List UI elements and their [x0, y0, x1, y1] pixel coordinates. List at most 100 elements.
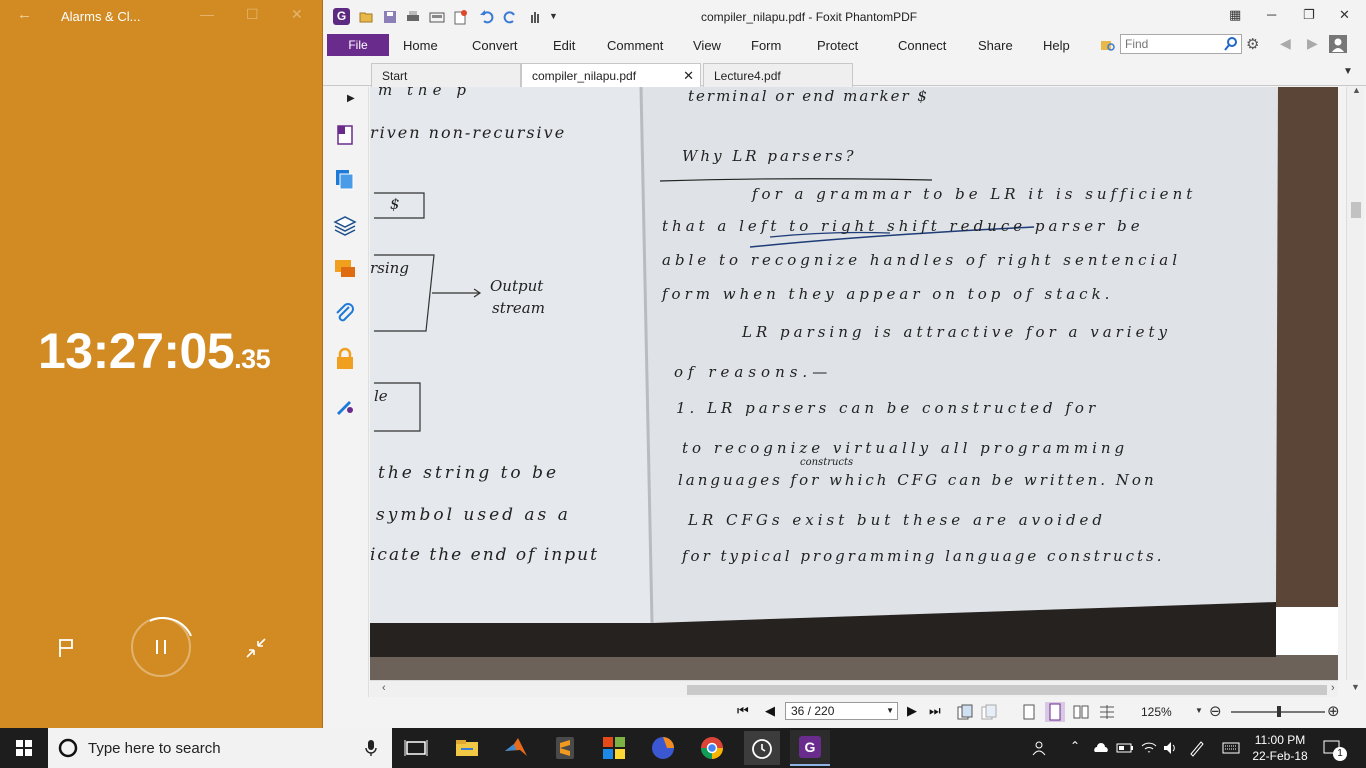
maximize-icon[interactable]: ☐ [246, 6, 259, 23]
minimize-icon[interactable]: ─ [1267, 7, 1276, 22]
ribbon-layout-icon[interactable]: ▦ [1229, 7, 1241, 23]
open-folder-icon[interactable] [359, 9, 375, 25]
close-icon[interactable]: ✕ [1339, 7, 1350, 23]
volume-icon[interactable] [1162, 739, 1180, 757]
save-icon[interactable] [382, 9, 398, 25]
foxit-logo-icon[interactable]: G [333, 8, 350, 25]
security-lock-icon[interactable] [333, 347, 357, 371]
vertical-scrollbar[interactable]: ▲ [1346, 85, 1364, 680]
close-tab-icon[interactable]: ✕ [683, 68, 694, 84]
onedrive-cloud-icon[interactable] [1092, 739, 1110, 757]
zoom-dropdown-icon[interactable]: ▼ [1195, 706, 1203, 715]
tab-help[interactable]: Help [1043, 38, 1070, 53]
tab-start[interactable]: Start [371, 63, 521, 87]
show-hidden-icons-chevron[interactable]: ⌃ [1070, 739, 1088, 757]
settings-gear-icon[interactable]: ⚙ [1246, 35, 1259, 53]
restore-icon[interactable]: ❐ [1303, 7, 1315, 23]
foxit-taskbar-button[interactable]: G [790, 730, 830, 766]
matlab-icon[interactable] [502, 734, 530, 762]
next-page-icon[interactable]: ▶ [907, 703, 917, 719]
tab-list-dropdown-icon[interactable]: ▼ [1343, 66, 1353, 77]
page-dropdown-icon[interactable]: ▼ [886, 706, 894, 715]
single-page-icon[interactable] [1021, 704, 1037, 720]
zoom-in-icon[interactable]: ⊕ [1327, 702, 1340, 720]
new-document-icon[interactable] [452, 9, 468, 25]
layers-icon[interactable] [333, 213, 357, 237]
nav-back-icon[interactable]: ◀ [1280, 35, 1291, 52]
scan-icon[interactable] [429, 9, 445, 25]
tab-form[interactable]: Form [751, 38, 781, 53]
zoom-slider-thumb[interactable] [1277, 706, 1281, 717]
tab-view[interactable]: View [693, 38, 721, 53]
tab-compiler-nilapu[interactable]: compiler_nilapu.pdf ✕ [521, 63, 701, 87]
continuous-facing-icon[interactable] [1099, 704, 1115, 720]
foxit-window: G ▼ compiler_nilapu.pdf - Foxit PhantomP… [322, 0, 1366, 728]
scroll-up-icon[interactable]: ▲ [1352, 85, 1361, 95]
previous-view-icon[interactable] [956, 703, 974, 721]
search-folder-icon[interactable] [1100, 37, 1116, 53]
tab-protect[interactable]: Protect [817, 38, 858, 53]
redo-icon[interactable] [502, 9, 518, 25]
pause-button[interactable] [131, 617, 191, 677]
previous-page-icon[interactable]: ◀ [765, 703, 775, 719]
close-icon[interactable]: ✕ [291, 6, 303, 23]
lap-flag-icon[interactable] [54, 635, 80, 661]
horizontal-scroll-thumb[interactable] [687, 685, 1327, 695]
first-page-icon[interactable]: ⏮ [737, 703, 749, 719]
task-view-icon[interactable] [402, 734, 430, 762]
attachment-icon[interactable] [333, 301, 357, 325]
battery-icon[interactable] [1116, 739, 1134, 757]
undo-icon[interactable] [479, 9, 495, 25]
zoom-level[interactable]: 125% [1141, 705, 1172, 719]
last-page-icon[interactable]: ⏭ [929, 703, 941, 719]
app-cubes-icon[interactable] [600, 734, 628, 762]
windows-start-icon[interactable] [0, 728, 48, 768]
pause-icon [156, 640, 166, 654]
minimize-icon[interactable]: — [200, 6, 214, 22]
page-thumbnail-icon[interactable] [333, 123, 357, 147]
tab-comment[interactable]: Comment [607, 38, 663, 53]
file-tab[interactable]: File [327, 34, 389, 56]
tab-convert[interactable]: Convert [472, 38, 518, 53]
page-number-input[interactable]: 36 / 220 ▼ [785, 702, 898, 720]
taskbar-clock[interactable]: 11:00 PM 22-Feb-18 [1250, 732, 1310, 764]
scroll-left-icon[interactable]: ‹ [382, 682, 386, 694]
pen-ink-icon[interactable] [1188, 739, 1206, 757]
next-view-icon[interactable] [980, 703, 998, 721]
facing-pages-icon[interactable] [1073, 704, 1089, 720]
document-view[interactable]: m the p riven non-recursive $ rsing Outp… [370, 87, 1338, 680]
back-arrow-icon[interactable]: ← [17, 6, 32, 23]
chrome-icon[interactable] [698, 734, 726, 762]
zoom-out-icon[interactable]: ⊖ [1209, 702, 1222, 720]
vertical-scroll-thumb[interactable] [1351, 202, 1361, 218]
user-account-icon[interactable] [1329, 35, 1347, 53]
expand-panel-icon[interactable]: ▶ [347, 93, 355, 104]
pages-icon[interactable] [333, 167, 357, 191]
scroll-down-icon[interactable]: ▼ [1351, 682, 1360, 692]
continuous-page-icon[interactable] [1045, 702, 1065, 722]
firefox-icon[interactable] [649, 734, 677, 762]
tab-home[interactable]: Home [403, 38, 438, 53]
horizontal-scrollbar[interactable]: ‹ [370, 680, 1338, 697]
nav-forward-icon[interactable]: ▶ [1307, 35, 1318, 52]
signature-icon[interactable] [333, 393, 357, 417]
keyboard-icon[interactable] [1222, 739, 1240, 757]
people-icon[interactable] [1032, 739, 1050, 757]
microphone-icon[interactable] [364, 739, 378, 757]
tab-lecture4[interactable]: Lecture4.pdf [703, 63, 853, 87]
customize-dropdown-icon[interactable]: ▼ [549, 11, 565, 27]
tab-share[interactable]: Share [978, 38, 1013, 53]
comments-icon[interactable] [333, 257, 357, 281]
scroll-right-icon[interactable]: › [1331, 682, 1335, 694]
sublime-text-icon[interactable] [551, 734, 579, 762]
tab-edit[interactable]: Edit [553, 38, 575, 53]
hand-tool-icon[interactable] [527, 9, 543, 25]
wifi-icon[interactable] [1140, 739, 1158, 757]
tab-connect[interactable]: Connect [898, 38, 946, 53]
taskbar-search-box[interactable]: Type here to search [48, 728, 392, 768]
file-explorer-icon[interactable] [453, 734, 481, 762]
search-icon[interactable] [1223, 36, 1239, 52]
alarms-clock-taskbar-button[interactable] [744, 731, 780, 765]
print-icon[interactable] [405, 9, 421, 25]
compact-view-icon[interactable] [244, 636, 268, 660]
